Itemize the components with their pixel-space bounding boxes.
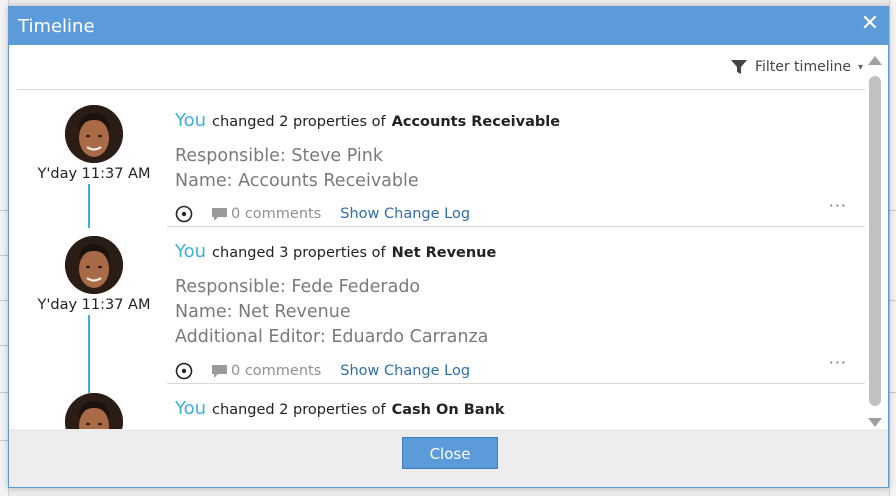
timeline-scrollbar[interactable]	[867, 53, 883, 431]
entry-divider	[167, 226, 865, 227]
timeline-toolbar: Filter timeline ▾	[17, 45, 865, 90]
background-row-line	[0, 300, 8, 301]
entry-actions: 0 comments Show Change Log	[175, 204, 470, 224]
avatar	[65, 105, 123, 163]
close-button[interactable]: Close	[402, 437, 498, 469]
entry-actor: You	[175, 110, 207, 131]
entry-action: changed 2 properties of	[212, 402, 386, 418]
timeline-connector	[88, 315, 90, 393]
close-icon[interactable]: ✕	[858, 11, 882, 37]
more-options-icon[interactable]: ···	[829, 353, 847, 372]
entry-property: Responsible: Steve Pink	[175, 146, 384, 166]
scroll-down-arrow-icon[interactable]	[868, 418, 882, 427]
entry-property: Name: Net Revenue	[175, 302, 351, 322]
show-change-log-link[interactable]: Show Change Log	[340, 206, 470, 222]
target-icon[interactable]	[175, 362, 193, 380]
avatar-image	[65, 236, 123, 294]
entry-action: changed 3 properties of	[212, 245, 386, 261]
comment-icon	[212, 207, 227, 221]
dialog-title: Timeline	[18, 16, 95, 37]
timeline-dialog: Timeline ✕ Filter timeline ▾ Y'day 11:37…	[8, 6, 889, 488]
timeline-connector	[88, 184, 90, 228]
background-row-line	[0, 345, 8, 346]
entry-headline: You changed 3 properties of Net Revenue	[175, 241, 496, 262]
avatar	[65, 236, 123, 294]
background-row-line	[0, 392, 8, 393]
scrollbar-thumb[interactable]	[869, 76, 881, 406]
timeline-list: Y'day 11:37 AM You changed 2 properties o…	[17, 90, 865, 430]
entry-object: Net Revenue	[391, 245, 497, 261]
comments-link[interactable]: 0 comments	[231, 206, 321, 222]
entry-headline: You changed 2 properties of Cash On Bank	[175, 398, 505, 419]
target-icon[interactable]	[175, 205, 193, 223]
comments-link[interactable]: 0 comments	[231, 363, 321, 379]
entry-actor: You	[175, 398, 207, 419]
avatar	[65, 393, 123, 430]
background-row-line	[890, 300, 896, 301]
entry-property: Name: Accounts Receivable	[175, 171, 419, 191]
entry-object: Accounts Receivable	[391, 114, 561, 130]
entry-divider	[167, 383, 865, 384]
background-row-line	[0, 440, 8, 441]
background-row-line	[0, 255, 8, 256]
show-change-log-link[interactable]: Show Change Log	[340, 363, 470, 379]
chevron-down-icon: ▾	[857, 61, 863, 73]
entry-time: Y'day 11:37 AM	[37, 166, 151, 182]
dialog-header: Timeline ✕	[9, 7, 888, 45]
filter-timeline-button[interactable]: Filter timeline ▾	[730, 57, 863, 77]
filter-timeline-label: Filter timeline	[754, 59, 851, 75]
entry-object: Cash On Bank	[391, 402, 505, 418]
scroll-up-arrow-icon[interactable]	[868, 56, 882, 65]
background-row-line	[890, 210, 896, 211]
entry-time: Y'day 11:37 AM	[37, 297, 151, 313]
background-row-line	[0, 210, 8, 211]
entry-action: changed 2 properties of	[212, 114, 386, 130]
dialog-footer: Close	[9, 429, 888, 487]
funnel-icon	[730, 60, 747, 74]
more-options-icon[interactable]: ···	[829, 196, 847, 215]
entry-property: Additional Editor: Eduardo Carranza	[175, 327, 489, 347]
entry-actions: 0 comments Show Change Log	[175, 361, 470, 381]
entry-actor: You	[175, 241, 207, 262]
background-row-line	[890, 392, 896, 393]
comment-icon	[212, 364, 227, 378]
avatar-image	[65, 393, 123, 430]
background-right-panel	[889, 0, 896, 496]
entry-property: Responsible: Fede Federado	[175, 277, 421, 297]
avatar-image	[65, 105, 123, 163]
entry-headline: You changed 2 properties of Accounts Recei…	[175, 110, 560, 131]
